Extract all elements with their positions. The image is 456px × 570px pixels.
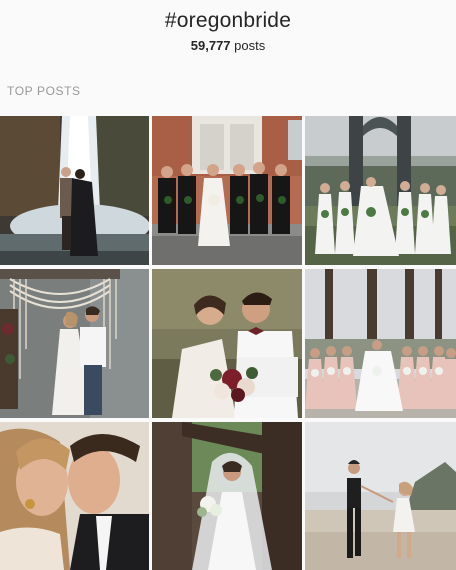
post-thumbnail-8[interactable] — [152, 422, 302, 570]
post-count-suffix: posts — [234, 38, 266, 53]
post-thumbnail-2[interactable] — [152, 116, 302, 265]
post-image-macrame-couple — [0, 269, 149, 418]
post-image-bridesmaids-black — [152, 116, 302, 265]
post-image-bridge-party — [305, 116, 456, 265]
post-image-waterfall — [0, 116, 149, 265]
post-image-beach-couple — [305, 422, 456, 570]
top-posts-grid — [0, 116, 456, 570]
post-thumbnail-7[interactable] — [0, 422, 149, 570]
post-thumbnail-5[interactable] — [152, 269, 302, 418]
post-count: 59,777 posts — [0, 38, 456, 53]
post-thumbnail-6[interactable] — [305, 269, 456, 418]
post-thumbnail-1[interactable] — [0, 116, 149, 265]
post-image-pink-bridesmaids — [305, 269, 456, 418]
post-thumbnail-4[interactable] — [0, 269, 149, 418]
post-thumbnail-3[interactable] — [305, 116, 456, 265]
post-image-couple-portrait — [152, 269, 302, 418]
post-count-number: 59,777 — [190, 38, 231, 53]
top-posts-label: TOP POSTS — [7, 84, 81, 98]
post-image-kiss-closeup — [0, 422, 149, 570]
hashtag-title: #oregonbride — [164, 9, 292, 32]
post-image-bride-veil — [152, 422, 302, 570]
hashtag-header: #oregonbride 59,777 posts — [0, 0, 456, 53]
post-thumbnail-9[interactable] — [305, 422, 456, 570]
